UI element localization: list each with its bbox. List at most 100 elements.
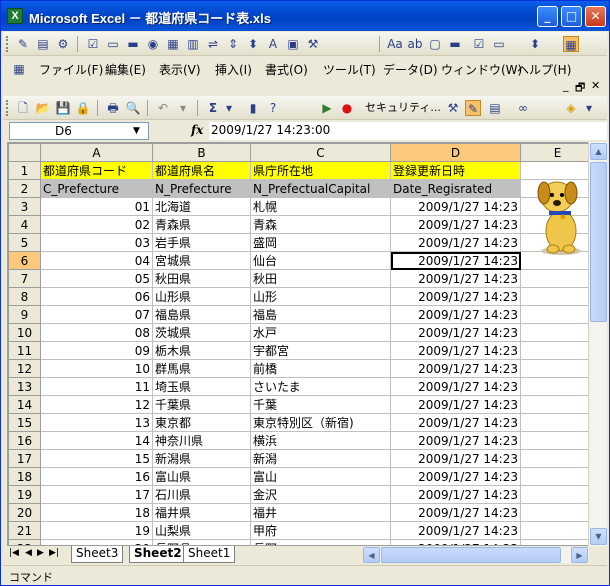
cell-b5[interactable]: 岩手県 bbox=[152, 233, 251, 252]
undo-dropdown-icon[interactable]: ▾ bbox=[175, 100, 191, 116]
font-aa-icon[interactable]: Aa bbox=[387, 36, 403, 52]
column-header-e[interactable]: E bbox=[520, 143, 595, 162]
cell-c12[interactable]: 前橋 bbox=[250, 359, 391, 378]
cell-d16[interactable]: 2009/1/27 14:23 bbox=[390, 431, 521, 450]
cell-a10[interactable]: 08 bbox=[40, 323, 153, 342]
cell-d3[interactable]: 2009/1/27 14:23 bbox=[390, 197, 521, 216]
cell-e20[interactable] bbox=[520, 503, 595, 522]
horizontal-scrollbar[interactable]: ◀ ▶ bbox=[363, 547, 589, 563]
menu-view[interactable]: 表示(V) bbox=[159, 61, 201, 78]
cell-b18[interactable]: 富山県 bbox=[152, 467, 251, 486]
row-header[interactable]: 9 bbox=[8, 305, 41, 324]
close-button[interactable]: ✕ bbox=[585, 6, 606, 27]
cell-a6[interactable]: 04 bbox=[40, 251, 153, 270]
cell-d15[interactable]: 2009/1/27 14:23 bbox=[390, 413, 521, 432]
row-header[interactable]: 13 bbox=[8, 377, 41, 396]
cell-b13[interactable]: 埼玉県 bbox=[152, 377, 251, 396]
cell-d5[interactable]: 2009/1/27 14:23 bbox=[390, 233, 521, 252]
cell-e19[interactable] bbox=[520, 485, 595, 504]
menu-format[interactable]: 書式(O) bbox=[265, 61, 308, 78]
row-header[interactable]: 2 bbox=[8, 179, 41, 198]
row-header[interactable]: 8 bbox=[8, 287, 41, 306]
scroll-left-icon[interactable]: ◀ bbox=[363, 547, 380, 563]
cell-d2[interactable]: Date_Regisrated bbox=[390, 179, 521, 198]
record-macro-icon[interactable]: ● bbox=[339, 100, 355, 116]
column-header-a[interactable]: A bbox=[40, 143, 153, 162]
spinner-icon[interactable]: ⬍ bbox=[245, 36, 261, 52]
cell-a9[interactable]: 07 bbox=[40, 305, 153, 324]
cell-c10[interactable]: 水戸 bbox=[250, 323, 391, 342]
cell-d4[interactable]: 2009/1/27 14:23 bbox=[390, 215, 521, 234]
checkbox2-icon[interactable]: ☑ bbox=[471, 36, 487, 52]
cell-c3[interactable]: 札幌 bbox=[250, 197, 391, 216]
cell-b9[interactable]: 福島県 bbox=[152, 305, 251, 324]
row-header[interactable]: 5 bbox=[8, 233, 41, 252]
grid-toggle-icon[interactable]: ▦ bbox=[563, 36, 579, 52]
cell-c16[interactable]: 横浜 bbox=[250, 431, 391, 450]
save-icon[interactable]: 💾 bbox=[55, 100, 71, 116]
scroll-up-icon[interactable]: ▲ bbox=[590, 143, 607, 160]
office-assistant-rocky[interactable] bbox=[533, 171, 589, 257]
vertical-scrollbar[interactable]: ▲ ▼ bbox=[588, 142, 607, 546]
combobox-icon[interactable]: ▥ bbox=[185, 36, 201, 52]
doc-close-button[interactable]: ✕ bbox=[591, 79, 600, 92]
cell-b21[interactable]: 山梨県 bbox=[152, 521, 251, 540]
cell-b15[interactable]: 東京都 bbox=[152, 413, 251, 432]
cell-b14[interactable]: 千葉県 bbox=[152, 395, 251, 414]
cell-e7[interactable] bbox=[520, 269, 595, 288]
cell-a15[interactable]: 13 bbox=[40, 413, 153, 432]
cell-c2[interactable]: N_PrefectualCapital bbox=[250, 179, 391, 198]
column-header-d[interactable]: D bbox=[390, 143, 521, 162]
menu-window[interactable]: ウィンドウ(W) bbox=[441, 61, 522, 78]
cell-e15[interactable] bbox=[520, 413, 595, 432]
minimize-button[interactable]: _ bbox=[537, 6, 558, 27]
cell-d12[interactable]: 2009/1/27 14:23 bbox=[390, 359, 521, 378]
print-icon[interactable]: 🖶 bbox=[105, 100, 121, 116]
print-preview-icon[interactable]: 🔍 bbox=[125, 100, 141, 116]
cell-c20[interactable]: 福井 bbox=[250, 503, 391, 522]
row-header[interactable]: 21 bbox=[8, 521, 41, 540]
cell-e18[interactable] bbox=[520, 467, 595, 486]
cell-a11[interactable]: 09 bbox=[40, 341, 153, 360]
cell-a3[interactable]: 01 bbox=[40, 197, 153, 216]
cell-d20[interactable]: 2009/1/27 14:23 bbox=[390, 503, 521, 522]
menu-help[interactable]: ヘルプ(H) bbox=[517, 61, 571, 78]
autosum-dropdown-icon[interactable]: ▾ bbox=[221, 100, 237, 116]
sheet-tab-sheet1[interactable]: Sheet1 bbox=[183, 546, 236, 563]
horizontal-scroll-thumb[interactable] bbox=[381, 547, 561, 563]
cell-d11[interactable]: 2009/1/27 14:23 bbox=[390, 341, 521, 360]
radio-icon[interactable]: ◉ bbox=[145, 36, 161, 52]
prev-sheet-icon[interactable]: ◀ bbox=[25, 548, 32, 558]
row-header[interactable]: 4 bbox=[8, 215, 41, 234]
listbox-icon[interactable]: ▦ bbox=[165, 36, 181, 52]
cell-c7[interactable]: 秋田 bbox=[250, 269, 391, 288]
cell-a21[interactable]: 19 bbox=[40, 521, 153, 540]
cell-c9[interactable]: 福島 bbox=[250, 305, 391, 324]
cell-a2[interactable]: C_Prefecture bbox=[40, 179, 153, 198]
cell-d9[interactable]: 2009/1/27 14:23 bbox=[390, 305, 521, 324]
cell-c21[interactable]: 甲府 bbox=[250, 521, 391, 540]
cell-a7[interactable]: 05 bbox=[40, 269, 153, 288]
vb-editor-icon[interactable]: ▤ bbox=[487, 100, 503, 116]
cell-d21[interactable]: 2009/1/27 14:23 bbox=[390, 521, 521, 540]
cell-b17[interactable]: 新潟県 bbox=[152, 449, 251, 468]
undo-icon[interactable]: ↶ bbox=[155, 100, 171, 116]
title-bar[interactable]: X Microsoft Excel － 都道府県コード表.xls _ □ ✕ bbox=[1, 1, 609, 31]
cell-d10[interactable]: 2009/1/27 14:23 bbox=[390, 323, 521, 342]
sheet-tab-sheet2[interactable]: Sheet2 bbox=[129, 546, 187, 563]
cell-c15[interactable]: 東京特別区（新宿) bbox=[250, 413, 391, 432]
cell-c14[interactable]: 千葉 bbox=[250, 395, 391, 414]
cell-b10[interactable]: 茨城県 bbox=[152, 323, 251, 342]
scroll2-icon[interactable]: ▭ bbox=[491, 36, 507, 52]
menu-insert[interactable]: 挿入(I) bbox=[215, 61, 252, 78]
frame-icon[interactable]: ▢ bbox=[427, 36, 443, 52]
scroll-right-icon[interactable]: ▶ bbox=[571, 547, 588, 563]
checkbox-icon[interactable]: ☑ bbox=[85, 36, 101, 52]
cell-a13[interactable]: 11 bbox=[40, 377, 153, 396]
textbox-icon[interactable]: ▭ bbox=[105, 36, 121, 52]
cell-b1[interactable]: 都道府県名 bbox=[152, 161, 251, 180]
cell-e12[interactable] bbox=[520, 359, 595, 378]
cell-d13[interactable]: 2009/1/27 14:23 bbox=[390, 377, 521, 396]
security-button[interactable]: セキュリティ... bbox=[365, 100, 445, 116]
cell-e17[interactable] bbox=[520, 449, 595, 468]
